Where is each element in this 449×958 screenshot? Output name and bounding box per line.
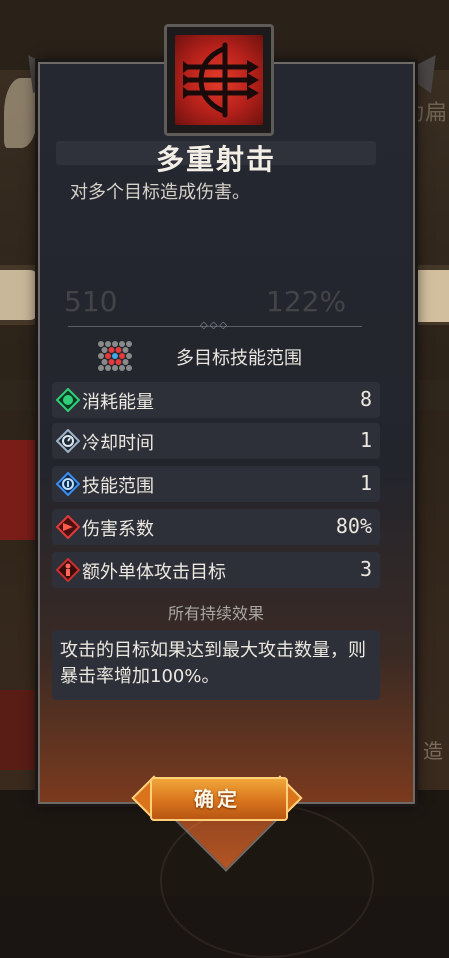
background-skill-tile: [0, 690, 36, 770]
confirm-button-label: 确定: [194, 787, 240, 811]
extra-target-icon: [55, 557, 81, 583]
stat-row-extra-targets: 额外单体攻击目标 3: [52, 552, 380, 588]
skill-name: 多重射击: [155, 143, 276, 176]
effects-box: 攻击的目标如果达到最大攻击数量，则暴击率增加100%。: [52, 630, 380, 700]
skill-icon-frame: [164, 24, 274, 136]
damage-sword-icon: [55, 514, 81, 540]
stat-value: 3: [359, 557, 372, 581]
stat-label: 技能范围: [82, 476, 154, 497]
background-stat-value: 510: [64, 285, 118, 318]
boot-icon: [409, 270, 449, 322]
stat-label: 额外单体攻击目标: [82, 562, 226, 583]
stat-row-energy-cost: 消耗能量 8: [52, 382, 380, 418]
emblem-watermark: [160, 804, 374, 958]
effects-description: 攻击的目标如果达到最大攻击数量，则暴击率增加100%。: [60, 640, 366, 687]
background-skill-tile: [0, 440, 36, 540]
stat-label: 消耗能量: [82, 392, 154, 413]
range-label: 多目标技能范围: [176, 348, 302, 369]
stat-row-cooldown: 冷却时间 1: [52, 423, 380, 459]
stat-label: 冷却时间: [82, 433, 154, 454]
confirm-button[interactable]: 确定: [131, 774, 303, 821]
heart-icon: [0, 270, 38, 320]
range-target-icon: [55, 471, 81, 497]
stat-value: 8: [359, 387, 372, 411]
stat-value: 1: [359, 428, 372, 452]
stat-value: 1: [359, 471, 372, 495]
stat-row-skill-range: 技能范围 1: [52, 466, 380, 502]
background-stats: 510 122%: [56, 245, 376, 325]
stat-row-damage-coefficient: 伤害系数 80%: [52, 509, 380, 545]
trident-arrows-icon: [175, 35, 263, 125]
cooldown-clock-icon: [55, 428, 81, 454]
stat-label: 伤害系数: [82, 519, 154, 540]
skill-description: 对多个目标造成伤害。: [70, 182, 250, 203]
background-stat-value: 122%: [266, 285, 347, 318]
stat-value: 80%: [335, 514, 372, 538]
effects-title: 所有持续效果: [167, 604, 264, 623]
divider-ornament: ◇◇◇: [200, 320, 230, 331]
hex-grid-range-icon: [96, 340, 134, 372]
energy-diamond-icon: [55, 387, 81, 413]
